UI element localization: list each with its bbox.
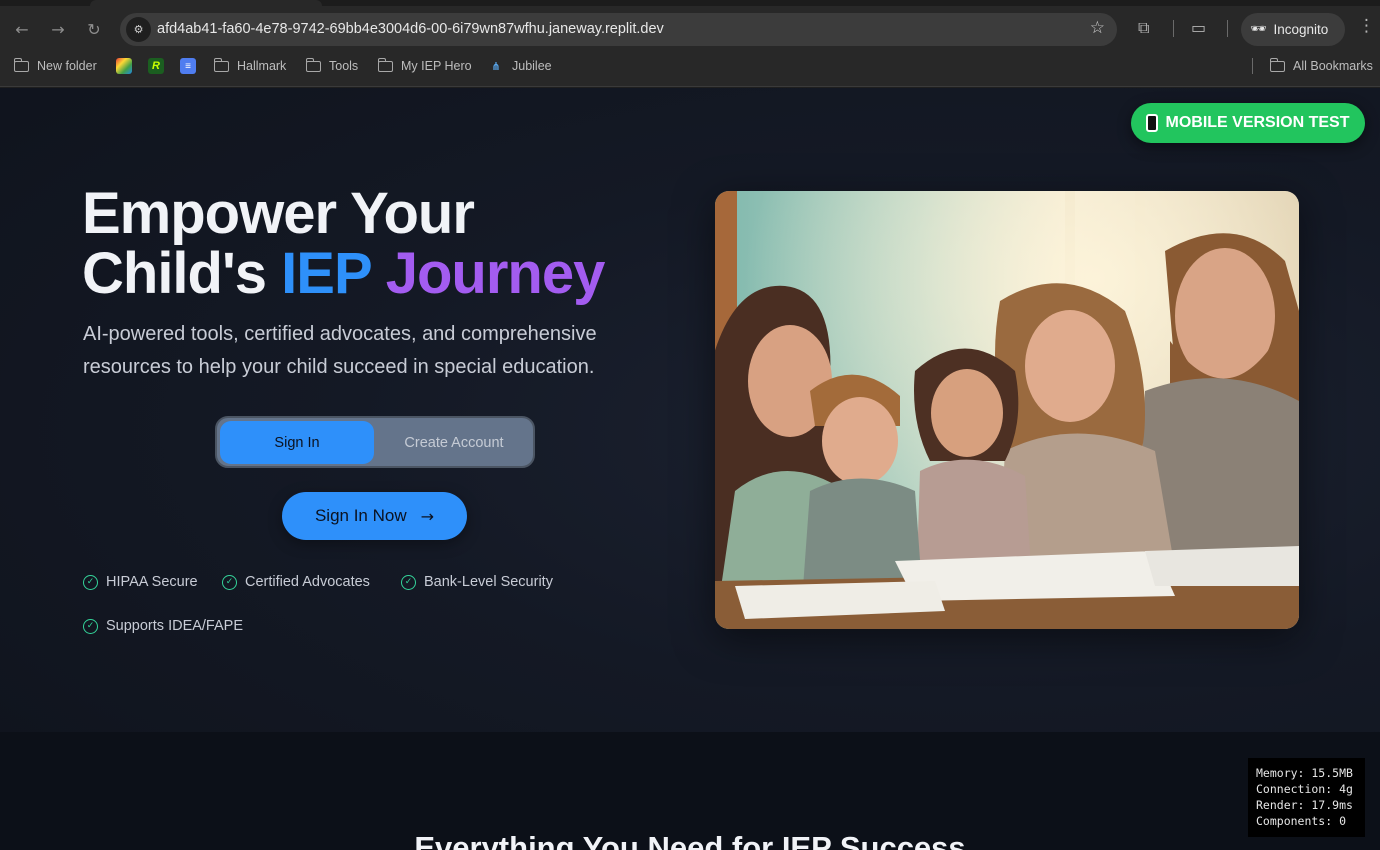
check-circle-icon: ✓ xyxy=(401,574,416,590)
sign-in-now-button[interactable]: Sign In Now → xyxy=(282,492,467,540)
bookmarks-bar: New folder R ≡ Hallmark Tools My IEP Her… xyxy=(0,54,1380,78)
folder-icon xyxy=(213,57,229,72)
hero-title-prefix: Child's xyxy=(82,241,282,306)
folder-icon xyxy=(377,57,393,72)
address-bar[interactable]: ⚙ afd4ab41-fa60-4e78-9742-69bb4e3004d6-0… xyxy=(120,13,1117,46)
perf-memory: Memory: 15.5MB xyxy=(1256,766,1353,780)
incognito-badge[interactable]: 🕶 Incognito xyxy=(1241,13,1345,46)
hero-title-highlight-blue: IEP xyxy=(281,241,371,306)
active-tab[interactable] xyxy=(90,0,322,6)
bookmark-r[interactable]: R xyxy=(148,54,164,78)
bookmark-label: Jubilee xyxy=(512,59,552,73)
forward-icon[interactable]: → xyxy=(43,14,73,44)
performance-overlay: Memory: 15.5MB Connection: 4g Render: 17… xyxy=(1248,758,1365,837)
bookmark-jubilee[interactable]: ⋔ Jubilee xyxy=(488,54,552,78)
feature-label: Bank-Level Security xyxy=(424,574,553,590)
perf-connection: Connection: 4g xyxy=(1256,782,1353,796)
hero-family-photo xyxy=(715,191,1299,629)
sign-in-tab[interactable]: Sign In xyxy=(220,421,374,464)
hero-title-line1: Empower Your xyxy=(82,181,475,246)
feature-item: ✓ Certified Advocates xyxy=(222,572,370,592)
bookmark-my-iep-hero[interactable]: My IEP Hero xyxy=(377,54,472,78)
bookmark-label: Tools xyxy=(329,59,359,73)
url-text[interactable]: afd4ab41-fa60-4e78-9742-69bb4e3004d6-00-… xyxy=(157,21,664,37)
create-account-tab[interactable]: Create Account xyxy=(377,421,531,464)
browser-chrome: ← → ↻ ⚙ afd4ab41-fa60-4e78-9742-69bb4e30… xyxy=(0,0,1380,87)
feature-item: ✓ Supports IDEA/FAPE xyxy=(83,616,243,636)
menu-kebab-icon[interactable]: ⋮ xyxy=(1358,16,1375,36)
feature-item: ✓ HIPAA Secure xyxy=(83,572,198,592)
mobile-button-label: MOBILE VERSION TEST xyxy=(1165,114,1350,131)
reload-icon[interactable]: ↻ xyxy=(79,14,109,44)
feature-label: HIPAA Secure xyxy=(106,574,198,590)
bookmark-label: New folder xyxy=(37,59,97,73)
bookmark-star-icon[interactable]: ☆ xyxy=(1090,18,1105,38)
mobile-version-test-button[interactable]: MOBILE VERSION TEST xyxy=(1131,103,1365,143)
bookmark-hallmark[interactable]: Hallmark xyxy=(213,54,287,78)
hero-subtitle: AI-powered tools, certified advocates, a… xyxy=(83,323,597,378)
bookmark-label: Hallmark xyxy=(237,59,287,73)
auth-toggle: Sign In Create Account xyxy=(215,416,535,468)
feature-label: Supports IDEA/FAPE xyxy=(106,618,244,634)
features-section: Everything You Need for IEP Success xyxy=(0,732,1380,850)
folder-icon xyxy=(305,57,321,72)
all-bookmarks[interactable]: All Bookmarks xyxy=(1269,54,1373,78)
site-info-icon[interactable]: ⚙ xyxy=(126,17,151,42)
page-viewport: MOBILE VERSION TEST Empower Your Child's… xyxy=(0,88,1380,850)
divider xyxy=(1173,20,1174,37)
section-title: Everything You Need for IEP Success xyxy=(414,830,966,850)
family-photo-illustration xyxy=(715,191,1299,629)
hero-title: Empower Your Child's IEP Journey xyxy=(82,184,682,304)
arrow-right-icon: → xyxy=(420,506,435,526)
folder-icon xyxy=(1269,57,1285,72)
perf-components: Components: 0 xyxy=(1256,814,1347,828)
incognito-icon: 🕶 xyxy=(1250,22,1267,37)
cta-label: Sign In Now xyxy=(314,506,407,525)
bookmark-rainbow[interactable] xyxy=(116,54,132,78)
feature-label: Certified Advocates xyxy=(245,574,370,590)
bookmark-docs[interactable]: ≡ xyxy=(180,54,196,78)
bookmark-new-folder[interactable]: New folder xyxy=(13,54,97,78)
r-favicon-icon: R xyxy=(148,58,164,74)
extensions-icon[interactable]: ⧉ xyxy=(1138,18,1149,38)
hero-title-highlight-purple: Journey xyxy=(385,241,606,306)
jubilee-favicon-icon: ⋔ xyxy=(491,59,501,73)
divider xyxy=(1227,20,1228,37)
perf-render: Render: 17.9ms xyxy=(1256,798,1353,812)
bookmark-tools[interactable]: Tools xyxy=(305,54,359,78)
cast-search-icon[interactable]: ▭ xyxy=(1191,18,1206,37)
bookmark-label: All Bookmarks xyxy=(1293,59,1373,73)
check-circle-icon: ✓ xyxy=(83,618,98,634)
check-circle-icon: ✓ xyxy=(222,574,237,590)
divider xyxy=(1252,58,1253,74)
check-circle-icon: ✓ xyxy=(83,574,98,590)
incognito-label: Incognito xyxy=(1273,22,1329,37)
bookmark-label: My IEP Hero xyxy=(401,59,472,73)
back-icon[interactable]: ← xyxy=(7,14,37,44)
rainbow-favicon-icon xyxy=(116,58,132,74)
tab-strip xyxy=(0,0,1380,6)
docs-favicon-icon: ≡ xyxy=(180,58,196,74)
feature-item: ✓ Bank-Level Security xyxy=(401,572,553,592)
folder-icon xyxy=(13,57,29,72)
phone-icon xyxy=(1146,114,1159,132)
